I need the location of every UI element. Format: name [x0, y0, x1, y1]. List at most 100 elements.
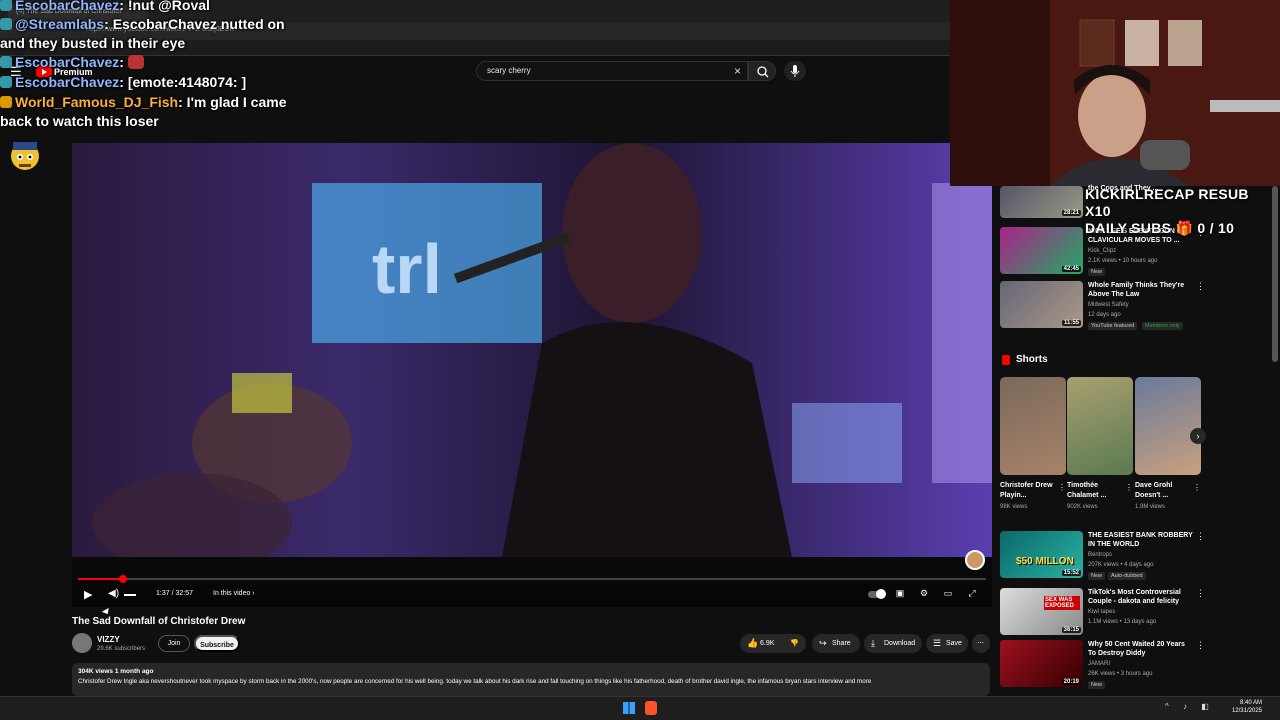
- more-vert-icon[interactable]: ⋮: [1058, 483, 1066, 492]
- save-button[interactable]: ☰ Save: [926, 634, 968, 653]
- more-vert-icon[interactable]: ⋮: [1196, 531, 1205, 542]
- subscriber-count: 29.6K subscribers: [97, 646, 146, 652]
- miniplayer-icon[interactable]: ▭: [942, 588, 954, 600]
- recommended-video[interactable]: 20:19 Why 50 Cent Waited 20 Years To Des…: [1000, 640, 1205, 690]
- settings-gear-icon[interactable]: ⚙: [918, 588, 930, 600]
- chat-message: back to watch this loser: [0, 113, 159, 129]
- close-icon[interactable]: ×: [734, 64, 741, 78]
- progress-fill: [78, 578, 124, 580]
- recommended-title[interactable]: Why 50 Cent Waited 20 Years To Destroy D…: [1088, 640, 1193, 658]
- more-vert-icon[interactable]: ⋮: [1193, 483, 1201, 492]
- short-title[interactable]: Timothée Chalamet ...: [1067, 481, 1125, 501]
- channel-watermark-icon[interactable]: [965, 550, 985, 570]
- time-display: 1:37 / 32:57: [156, 590, 193, 597]
- recommended-video[interactable]: 11:55 Whole Family Thinks They're Above …: [1000, 281, 1205, 331]
- video-thumbnail[interactable]: 28:21: [1000, 186, 1083, 218]
- like-count: 6.9K: [760, 640, 775, 647]
- more-actions-button[interactable]: ⋯: [972, 634, 990, 653]
- channel-name[interactable]: VIZZY: [97, 635, 120, 644]
- captions-icon[interactable]: ▣: [894, 588, 906, 600]
- windows-taskbar: ^ ♪ ◧ 8:40 AM 12/31/2025: [0, 696, 1280, 720]
- video-thumbnail[interactable]: $50 MILLON 15:52: [1000, 531, 1083, 578]
- recommended-meta: 207K views • 4 days ago: [1088, 562, 1154, 568]
- channel-avatar[interactable]: [72, 633, 92, 653]
- chat-message: @Streamlabs: EscobarChavez nutted on: [0, 15, 285, 33]
- featured-badge: YouTube featured: [1088, 322, 1138, 330]
- subscribe-button[interactable]: Subscribe: [194, 635, 240, 652]
- gift-icon: 🎁: [1175, 220, 1194, 236]
- search-button[interactable]: [748, 61, 776, 81]
- short-views: 1.9M views: [1135, 504, 1166, 510]
- recommended-video[interactable]: SEX WAS EXPOSED 36:15 TikTok's Most Cont…: [1000, 588, 1205, 638]
- video-thumbnail[interactable]: 20:19: [1000, 640, 1083, 687]
- search-input[interactable]: scary cherry ×: [476, 61, 748, 81]
- new-badge: New: [1088, 572, 1106, 580]
- chat-badge-icon: [0, 0, 12, 11]
- recommended-title[interactable]: THE EASIEST BANK ROBBERY IN THE WORLD: [1088, 531, 1193, 549]
- recommended-meta: 12 days ago: [1088, 312, 1121, 318]
- more-vert-icon[interactable]: ⋮: [1196, 588, 1205, 599]
- recommended-channel[interactable]: Kick_Clipz: [1088, 248, 1116, 254]
- video-thumbnail[interactable]: 11:55: [1000, 281, 1083, 328]
- shorts-icon: [1002, 355, 1010, 365]
- more-vert-icon[interactable]: ⋮: [1196, 281, 1205, 292]
- fullscreen-icon[interactable]: ⤢: [966, 588, 978, 600]
- progress-bar[interactable]: [78, 575, 986, 583]
- recommended-title[interactable]: TikTok's Most Controversial Couple - dak…: [1088, 588, 1193, 606]
- short-thumbnail[interactable]: [1067, 377, 1133, 475]
- download-icon: ⤓: [871, 638, 875, 648]
- view-count-date: 304K views 1 month ago: [78, 668, 154, 675]
- thumbs-down-icon[interactable]: 👎: [790, 634, 799, 653]
- goal-line-1: KICKIRLRECAP RESUB X10: [1085, 186, 1249, 219]
- thumbnail-text: $50 MILLON: [1016, 556, 1074, 567]
- video-thumbnail[interactable]: 42:45: [1000, 227, 1083, 274]
- save-label: Save: [946, 640, 962, 647]
- recommended-video[interactable]: $50 MILLON 15:52 THE EASIEST BANK ROBBER…: [1000, 531, 1205, 581]
- webcam-feed: [950, 0, 1280, 186]
- play-icon[interactable]: ▶: [84, 588, 96, 601]
- volume-icon[interactable]: ◀): [108, 588, 120, 600]
- recommended-channel[interactable]: Midwest Safety: [1088, 302, 1129, 308]
- chat-message: EscobarChavez: [emote:4148074: ]: [0, 73, 246, 91]
- more-icon: ⋯: [977, 640, 984, 647]
- clock-date[interactable]: 12/31/2025: [1222, 708, 1262, 714]
- download-button[interactable]: ⤓ Download: [864, 634, 922, 653]
- recommended-title[interactable]: Whole Family Thinks They're Above The La…: [1088, 281, 1193, 299]
- recommended-meta: 26K views • 3 hours ago: [1088, 671, 1153, 677]
- more-vert-icon[interactable]: ⋮: [1125, 483, 1133, 492]
- like-button[interactable]: 👍 6.9K 👎: [740, 634, 806, 653]
- windows-start-icon[interactable]: [623, 702, 635, 714]
- more-vert-icon[interactable]: ⋮: [1196, 640, 1205, 651]
- description-box[interactable]: 304K views 1 month ago Christofer Drew I…: [72, 663, 990, 696]
- chapter-button[interactable]: In this video ›: [213, 590, 255, 597]
- voice-search-button[interactable]: [784, 61, 806, 81]
- system-tray[interactable]: ^ ♪ ◧: [1165, 702, 1215, 711]
- search-value[interactable]: scary cherry: [487, 66, 531, 75]
- video-title: The Sad Downfall of Christofer Drew: [72, 616, 246, 627]
- video-frame: trl: [72, 143, 992, 557]
- webcam-frame: [950, 0, 1280, 186]
- emote-icon: [127, 55, 144, 69]
- chat-badge-icon: [0, 56, 12, 68]
- volume-slider[interactable]: [124, 594, 136, 596]
- recommended-channel[interactable]: Kiwi tapes: [1088, 609, 1115, 615]
- video-thumbnail[interactable]: SEX WAS EXPOSED 36:15: [1000, 588, 1083, 635]
- join-button[interactable]: Join: [158, 635, 190, 652]
- clock-time[interactable]: 8:40 AM: [1228, 700, 1262, 706]
- short-thumbnail[interactable]: [1000, 377, 1066, 475]
- short-title[interactable]: Christofer Drew Playin...: [1000, 481, 1058, 501]
- chat-message: EscobarChavez:: [0, 53, 144, 71]
- chat-badge-icon: [0, 18, 12, 30]
- recommended-channel[interactable]: Bentrops: [1088, 552, 1112, 558]
- share-button[interactable]: ↪ Share: [812, 634, 860, 653]
- video-player[interactable]: trl: [72, 143, 992, 557]
- recommended-meta: 1.1M views • 13 days ago: [1088, 619, 1157, 625]
- autoplay-toggle[interactable]: [868, 589, 886, 599]
- short-title[interactable]: Dave Grohl Doesn't ...: [1135, 481, 1193, 501]
- short-thumbnail[interactable]: [1135, 377, 1201, 475]
- chevron-right-icon[interactable]: ›: [1190, 428, 1206, 444]
- brave-browser-icon[interactable]: [645, 701, 657, 715]
- progress-handle[interactable]: [119, 575, 128, 583]
- recommended-channel[interactable]: JAMARI: [1088, 661, 1110, 667]
- thumbnail-text: SEX WAS EXPOSED: [1044, 596, 1080, 610]
